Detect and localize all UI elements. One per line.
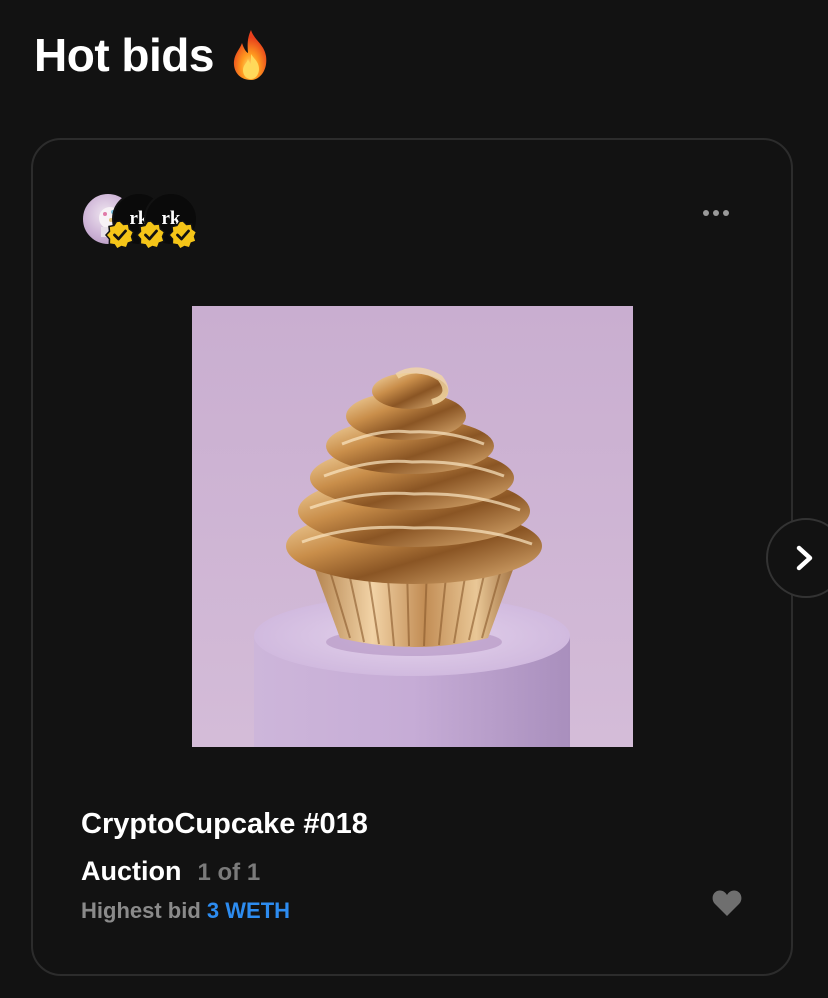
edition-count: 1 of 1 [197,859,261,886]
sale-info: Auction 1 of 1 [81,856,260,887]
nft-title[interactable]: CryptoCupcake #018 [81,808,368,841]
nft-card[interactable]: rk rk CryptoCupcake #018 Auction 1 of 1 … [31,138,793,976]
verified-badge-icon [168,220,198,250]
more-dots-icon [723,210,729,216]
highest-bid: Highest bid 3 WETH [81,898,290,924]
heart-icon[interactable] [711,888,743,918]
bid-label: Highest bid [81,898,201,923]
creator-avatars: rk rk [81,192,211,252]
golden-cupcake-artwork [192,306,633,747]
verified-badge-icon [105,220,135,250]
chevron-right-icon [796,545,813,571]
bid-value: 3 WETH [206,898,291,923]
verified-badge-icon [136,220,166,250]
more-options-button[interactable] [703,210,729,216]
fire-icon [233,30,267,80]
nft-artwork[interactable] [192,306,633,747]
section-title: Hot bids [34,28,274,82]
sale-type: Auction [81,856,182,886]
more-dots-icon [703,210,709,216]
more-dots-icon [713,210,719,216]
section-title-text: Hot bids [34,29,214,81]
hot-bids-section: Hot bids rk rk CryptoCupcake #018 Auctio… [0,0,828,998]
